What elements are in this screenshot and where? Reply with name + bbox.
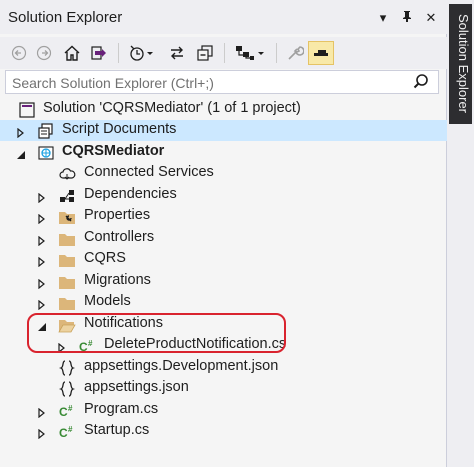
title-bar: Solution Explorer ▾ ✕ xyxy=(0,0,447,34)
appsettings-label: appsettings.json xyxy=(84,379,189,395)
toolbar-separator xyxy=(118,43,119,63)
dependencies-label: Dependencies xyxy=(84,186,177,202)
back-icon[interactable] xyxy=(8,41,30,65)
search-box[interactable] xyxy=(5,70,439,94)
svg-text:C: C xyxy=(59,405,68,419)
csharp-file-icon: C # xyxy=(58,423,76,441)
highlight-annotation xyxy=(27,313,286,353)
window-title: Solution Explorer xyxy=(8,9,123,26)
folder-icon xyxy=(58,230,76,248)
web-project-icon xyxy=(37,144,55,162)
side-tab-strip: Solution Explorer xyxy=(447,0,474,467)
dropdown-icon[interactable]: ▾ xyxy=(374,9,392,27)
tree-item-controllers[interactable]: Controllers xyxy=(0,228,447,249)
tree-item-models[interactable]: Models xyxy=(0,292,447,313)
collapse-all-icon[interactable] xyxy=(193,41,217,65)
properties-folder-icon xyxy=(58,208,76,226)
tree-item-startup[interactable]: C # Startup.cs xyxy=(0,421,447,442)
tree-item-dependencies[interactable]: Dependencies xyxy=(0,185,447,206)
connected-services-label: Connected Services xyxy=(84,164,214,180)
cqrs-label: CQRS xyxy=(84,250,126,266)
home-icon[interactable] xyxy=(60,41,84,65)
tree-item-program[interactable]: C # Program.cs xyxy=(0,400,447,421)
expand-arrow-icon[interactable] xyxy=(16,125,26,139)
appsettings-development-label: appsettings.Development.json xyxy=(84,358,279,374)
solution-icon xyxy=(18,101,36,119)
folder-icon xyxy=(58,294,76,312)
show-all-files-icon[interactable] xyxy=(231,41,269,65)
project-label: CQRSMediator xyxy=(62,143,165,159)
sync-with-active-document-icon[interactable] xyxy=(165,41,189,65)
close-icon[interactable]: ✕ xyxy=(422,9,440,27)
solution-label: Solution 'CQRSMediator' (1 of 1 project) xyxy=(43,100,301,116)
tree-item-cqrs[interactable]: CQRS xyxy=(0,249,447,270)
controllers-label: Controllers xyxy=(84,229,155,245)
svg-text:#: # xyxy=(68,425,73,434)
toolbar-separator xyxy=(224,43,225,63)
json-file-icon xyxy=(58,380,76,398)
program-label: Program.cs xyxy=(84,401,159,417)
tree-item-project[interactable]: CQRSMediator xyxy=(0,142,447,163)
folder-icon xyxy=(58,251,76,269)
toolbar-separator xyxy=(276,43,277,63)
startup-label: Startup.cs xyxy=(84,422,150,438)
expand-arrow-icon[interactable] xyxy=(37,190,47,204)
tree-item-appsettings-development[interactable]: appsettings.Development.json xyxy=(0,357,447,378)
script-documents-icon xyxy=(37,122,55,140)
side-tab-solution-explorer[interactable]: Solution Explorer xyxy=(449,4,472,124)
tree-item-connected-services[interactable]: Connected Services xyxy=(0,163,447,184)
expand-arrow-icon[interactable] xyxy=(37,254,47,268)
expand-arrow-icon[interactable] xyxy=(37,405,47,419)
svg-text:#: # xyxy=(68,404,73,413)
json-file-icon xyxy=(58,359,76,377)
side-tab-label: Solution Explorer xyxy=(456,14,471,113)
collapse-arrow-icon[interactable] xyxy=(16,147,26,159)
folder-icon xyxy=(58,273,76,291)
migrations-label: Migrations xyxy=(84,272,151,288)
toolbar xyxy=(0,37,447,69)
preview-selected-items-icon[interactable] xyxy=(308,41,334,65)
expand-arrow-icon[interactable] xyxy=(37,211,47,225)
properties-label: Properties xyxy=(84,207,151,223)
tree-item-migrations[interactable]: Migrations xyxy=(0,271,447,292)
svg-text:C: C xyxy=(59,426,68,440)
script-documents-label: Script Documents xyxy=(62,121,177,137)
csharp-file-icon: C # xyxy=(58,402,76,420)
tree-item-script-documents[interactable]: Script Documents xyxy=(0,120,447,141)
cloud-icon xyxy=(58,165,76,183)
models-label: Models xyxy=(84,293,131,309)
properties-wrench-icon[interactable] xyxy=(283,41,307,65)
search-input[interactable] xyxy=(12,74,402,91)
solution-explorer-window: Solution Explorer ▾ ✕ Search Solution Ex… xyxy=(0,0,447,467)
pin-icon[interactable] xyxy=(398,9,416,27)
expand-arrow-icon[interactable] xyxy=(37,276,47,290)
pending-changes-filter-icon[interactable] xyxy=(126,41,158,65)
switch-views-icon[interactable] xyxy=(87,41,111,65)
forward-icon[interactable] xyxy=(33,41,55,65)
tree-item-solution[interactable]: Solution 'CQRSMediator' (1 of 1 project) xyxy=(0,99,447,120)
search-icon[interactable] xyxy=(412,73,430,91)
dependencies-icon xyxy=(58,187,76,205)
tree-item-appsettings[interactable]: appsettings.json xyxy=(0,378,447,399)
expand-arrow-icon[interactable] xyxy=(37,297,47,311)
expand-arrow-icon[interactable] xyxy=(37,233,47,247)
expand-arrow-icon[interactable] xyxy=(37,426,47,440)
tree-item-properties[interactable]: Properties xyxy=(0,206,447,227)
